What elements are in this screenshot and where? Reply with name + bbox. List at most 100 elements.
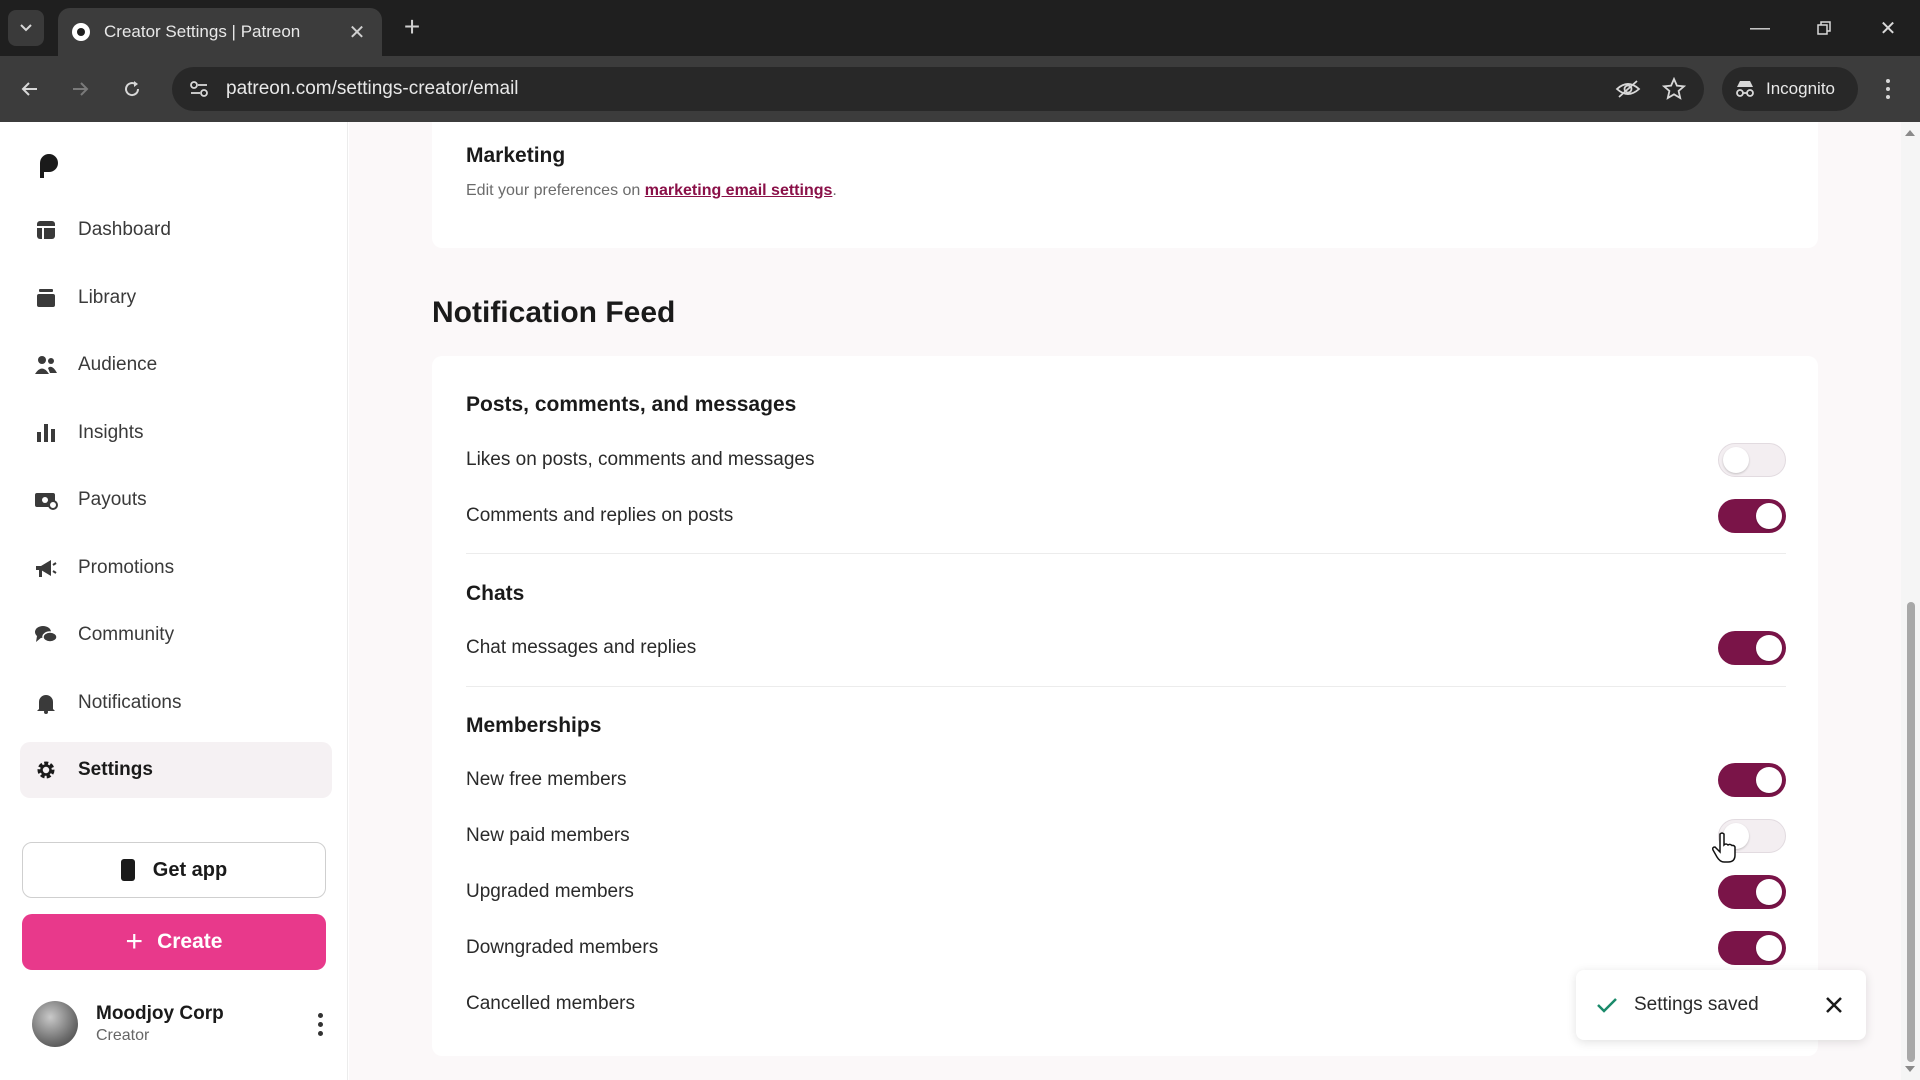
sidebar-item-notifications[interactable]: Notifications [20,675,332,731]
scroll-up-icon[interactable] [1905,130,1915,136]
setting-row: New paid members [466,816,1786,856]
address-bar[interactable]: patreon.com/settings-creator/email [172,67,1704,111]
sidebar-item-label: Notifications [78,691,182,713]
scroll-thumb[interactable] [1907,602,1915,1062]
browser-tab[interactable]: Creator Settings | Patreon ✕ [58,8,382,56]
scroll-down-icon[interactable] [1905,1066,1915,1072]
sidebar-item-label: Promotions [78,556,175,578]
tab-search-button[interactable] [8,10,44,46]
marketing-title: Marketing [466,144,566,167]
browser-toolbar: patreon.com/settings-creator/email Incog… [0,56,1920,122]
setting-label: New paid members [466,825,630,846]
downgraded-members-toggle[interactable] [1718,931,1786,965]
likes-toggle[interactable] [1718,443,1786,477]
url-text[interactable]: patreon.com/settings-creator/email [226,78,1596,100]
plus-icon: + [125,925,144,958]
get-app-button[interactable]: Get app [22,842,326,898]
tab-close-icon[interactable]: ✕ [346,20,368,45]
group-title-memberships: Memberships [466,714,602,737]
marketing-description: Edit your preferences on marketing email… [466,182,837,200]
setting-label: Upgraded members [466,881,634,902]
sidebar-item-library[interactable]: Library [20,270,332,326]
payouts-icon [34,488,58,512]
sidebar-item-label: Library [78,286,137,308]
reload-button[interactable] [114,71,150,107]
sidebar: Dashboard Library Audience Insights Payo… [0,122,348,1080]
tab-title: Creator Settings | Patreon [104,22,301,41]
sidebar-item-label: Settings [78,759,153,780]
browser-menu-button[interactable] [1872,73,1904,105]
main-content: Marketing Edit your preferences on marke… [349,122,1901,1080]
profile-name: Moodjoy Corp [96,1003,224,1024]
close-window-button[interactable]: ✕ [1856,0,1920,56]
get-app-label: Get app [152,858,228,881]
group-title-posts: Posts, comments, and messages [466,393,797,416]
sidebar-item-label: Dashboard [78,219,171,240]
new-free-members-toggle[interactable] [1718,763,1786,797]
setting-label: New free members [466,769,627,790]
marketing-text-after: . [832,182,837,199]
incognito-label: Incognito [1766,79,1835,98]
community-icon [34,623,58,647]
create-label: Create [157,930,223,953]
library-icon [34,286,58,310]
close-icon[interactable] [1822,993,1846,1017]
window-controls: — ✕ [1728,0,1920,56]
chevron-down-icon [20,24,32,32]
sidebar-item-payouts[interactable]: Payouts [20,472,332,528]
site-settings-icon[interactable] [188,78,210,100]
minimize-button[interactable]: — [1728,0,1792,56]
chat-messages-toggle[interactable] [1718,631,1786,665]
promotions-icon [34,556,58,580]
audience-icon [34,353,58,377]
dashboard-icon [34,218,58,242]
browser-tab-bar: Creator Settings | Patreon ✕ + — ✕ [0,0,1920,56]
sidebar-item-insights[interactable]: Insights [20,405,332,461]
setting-row: Likes on posts, comments and messages [466,440,1786,480]
comments-replies-toggle[interactable] [1718,499,1786,533]
divider [466,553,1786,554]
incognito-indicator[interactable]: Incognito [1722,67,1858,111]
profile-card[interactable]: Moodjoy Corp Creator [32,998,332,1050]
toast-text: Settings saved [1634,994,1759,1015]
group-title-chats: Chats [466,582,525,605]
sidebar-item-settings[interactable]: Settings [20,742,332,798]
eye-off-icon[interactable] [1614,75,1642,103]
forward-button[interactable] [62,71,98,107]
sidebar-item-community[interactable]: Community [20,607,332,663]
avatar[interactable] [32,1001,78,1047]
patreon-logo-icon[interactable] [36,154,62,180]
setting-label: Downgraded members [466,937,659,958]
sidebar-item-promotions[interactable]: Promotions [20,540,332,596]
incognito-icon [1736,81,1754,97]
gear-icon [34,758,58,782]
bookmark-star-icon[interactable] [1660,75,1688,103]
restore-button[interactable] [1792,0,1856,56]
restore-icon [1817,21,1831,35]
profile-more-icon[interactable] [308,1009,332,1039]
setting-label: Cancelled members [466,993,635,1014]
new-tab-button[interactable]: + [396,12,428,44]
page-scrollbar[interactable] [1901,122,1920,1080]
sidebar-item-audience[interactable]: Audience [20,337,332,393]
settings-saved-toast: Settings saved [1576,970,1866,1040]
sidebar-item-dashboard[interactable]: Dashboard [20,202,332,258]
marketing-email-settings-link[interactable]: marketing email settings [645,182,833,199]
divider [466,686,1786,687]
setting-row: New free members [466,760,1786,800]
patreon-favicon-icon [72,23,90,41]
setting-row: Upgraded members [466,872,1786,912]
create-button[interactable]: + Create [22,914,326,970]
back-arrow-icon [21,82,37,96]
checkmark-icon [1597,998,1617,1013]
setting-label: Comments and replies on posts [466,505,734,526]
notification-feed-heading: Notification Feed [432,296,676,329]
sidebar-item-label: Payouts [78,489,147,510]
setting-label: Chat messages and replies [466,637,697,658]
bell-icon [34,691,58,715]
setting-row: Chat messages and replies [466,628,1786,668]
upgraded-members-toggle[interactable] [1718,875,1786,909]
back-button[interactable] [12,71,48,107]
forward-arrow-icon [73,82,89,96]
profile-role: Creator [96,1027,150,1044]
